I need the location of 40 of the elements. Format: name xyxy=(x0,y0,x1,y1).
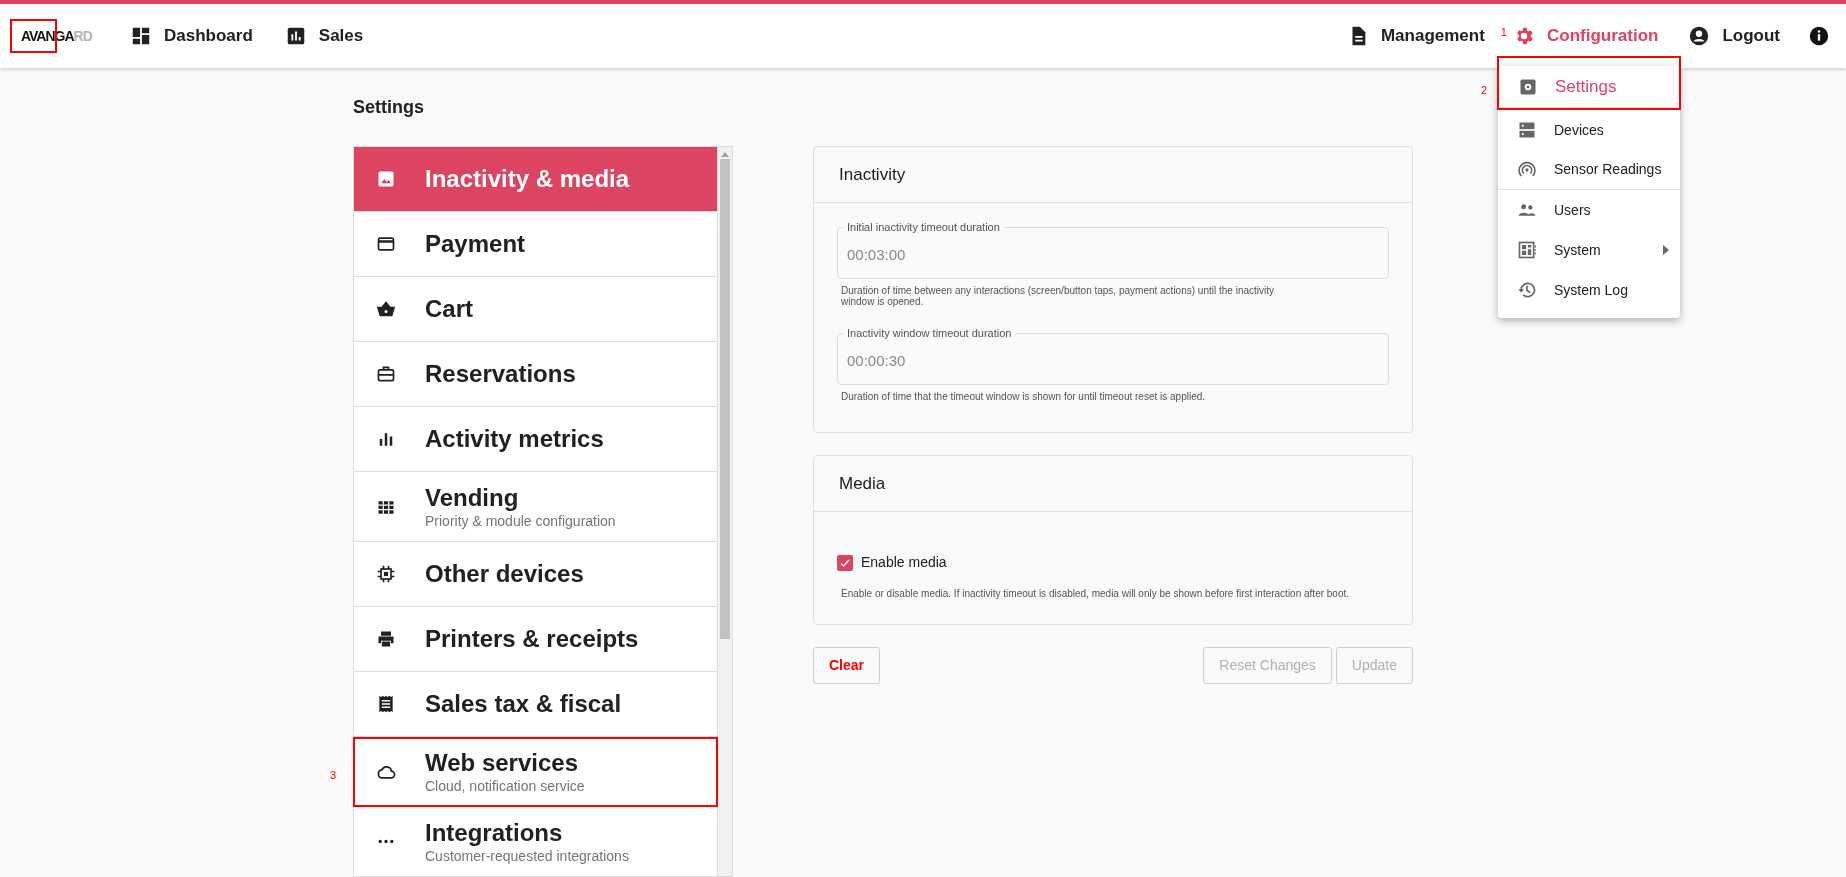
chip-icon xyxy=(376,564,396,584)
help-text: Enable or disable media. If inactivity timeout is disabled, media will only be shown before first interaction after boot. xyxy=(840,587,1351,600)
menu-item[interactable]: Settings xyxy=(1499,66,1679,108)
menu-item[interactable]: System xyxy=(1498,230,1680,270)
printer-icon xyxy=(376,629,396,649)
annotation-number: 3 xyxy=(330,768,337,783)
basket-icon xyxy=(376,299,396,319)
annotation-number: 2 xyxy=(1481,83,1488,98)
scrollbar[interactable] xyxy=(717,146,733,877)
briefcase-icon xyxy=(376,364,396,384)
nav-link[interactable]: Logout xyxy=(1688,23,1780,49)
nav-link[interactable]: Sales xyxy=(284,23,364,49)
page-title: Settings xyxy=(353,95,424,119)
menu-item[interactable]: System Log xyxy=(1498,270,1680,310)
history-icon xyxy=(1517,280,1537,300)
sidebar-item[interactable]: Inactivity & media xyxy=(354,147,717,212)
nav-link[interactable]: Configuration xyxy=(1513,23,1659,49)
credit-card-icon xyxy=(376,234,396,254)
receipt-icon xyxy=(376,694,396,714)
more-icon xyxy=(376,839,396,844)
server-icon xyxy=(1517,120,1537,140)
dashboard-icon xyxy=(130,25,152,47)
nav-link[interactable]: Management xyxy=(1346,23,1485,49)
account-icon xyxy=(1688,25,1711,47)
menu-item[interactable]: Users xyxy=(1498,190,1680,230)
help-text: Duration of time between any interactions (screen/button taps, payment actions) until the inactivity window is opened. xyxy=(840,285,1275,307)
checkbox-label: Enable media xyxy=(861,553,947,572)
card-title: Media xyxy=(839,472,886,495)
menu-item[interactable]: Devices xyxy=(1498,110,1680,150)
nav-link[interactable]: Dashboard xyxy=(130,23,253,49)
card-title: Inactivity xyxy=(839,163,906,186)
scroll-up-arrow-icon[interactable] xyxy=(721,151,729,157)
panel-icon xyxy=(1517,240,1537,260)
info-icon xyxy=(1808,25,1830,47)
menu-item[interactable]: Sensor Readings xyxy=(1498,150,1680,190)
image-icon xyxy=(376,169,396,189)
checkbox[interactable] xyxy=(837,554,853,571)
annotation-number: 1 xyxy=(1500,24,1507,40)
action-button[interactable]: Clear xyxy=(813,647,881,684)
help-text: Duration of time that the timeout window is shown for until timeout reset is applied. xyxy=(840,391,1207,402)
